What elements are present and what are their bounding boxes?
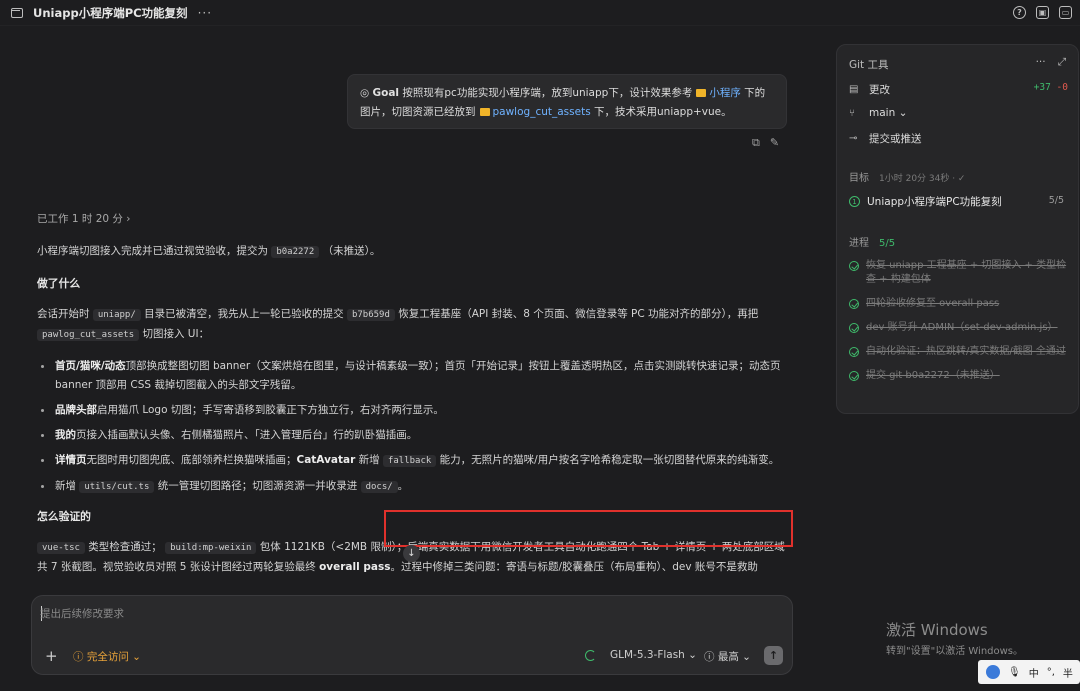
copy-icon[interactable]: ⧉	[752, 136, 760, 150]
section-heading-verify: 怎么验证的	[37, 510, 91, 523]
progress-item: 提交 git b0a2272（未推送）	[849, 369, 1067, 383]
list-item: 详情页无图时用切图兜底、底部领养栏换猫咪插画；CatAvatar 新增 fall…	[37, 451, 787, 471]
ime-language-toggle[interactable]: 中	[1029, 665, 1039, 680]
goal-icon: ◎	[360, 87, 370, 99]
microphone-icon[interactable]: 🎙	[1008, 667, 1021, 678]
list-item: 首页/猫咪/动态顶部换成整图切图 banner（文案烘焙在图里，与设计稿素级一致…	[37, 357, 787, 395]
ime-punctuation-toggle[interactable]: °,	[1047, 667, 1055, 678]
section-heading-done: 做了什么	[37, 277, 81, 290]
check-circle-icon	[849, 261, 859, 271]
worked-duration[interactable]: 已工作 1 时 20 分 ›	[37, 211, 130, 226]
list-item: 品牌头部启用猫爪 Logo 切图；手写寄语移到胶囊正下方独立行，右对齐两行显示。	[37, 401, 787, 420]
edit-icon[interactable]: ✎	[770, 136, 779, 150]
changes-list: 首页/猫咪/动态顶部换成整图切图 banner（文案烘焙在图里，与设计稿素级一致…	[37, 357, 787, 497]
expand-icon[interactable]: ⤢	[1058, 56, 1066, 69]
progress-item: dev 账号升 ADMIN（set-dev-admin.js）	[849, 321, 1067, 335]
more-menu-button[interactable]: ···	[198, 6, 212, 20]
access-mode-dropdown[interactable]: ⓘ 完全访问 ⌄	[73, 649, 141, 664]
user-goal-message: ◎ Goal 按照现有pc功能实现小程序端，放到uniapp下，设计效果参考 小程…	[347, 74, 787, 129]
list-item: 新增 utils/cut.ts 统一管理切图路径；切图源资源一并收录进 docs…	[37, 477, 787, 497]
ime-width-toggle[interactable]: 半	[1063, 665, 1073, 680]
check-circle-icon	[849, 299, 859, 309]
loading-spinner-icon	[585, 649, 596, 661]
folder-link-miniprogram[interactable]: 小程序	[709, 87, 741, 99]
commit-hash: b0a2272	[271, 246, 320, 258]
composer: + ⓘ 完全访问 ⌄ GLM-5.3-Flash ⌄ ⓘ 最高 ⌄ ↑	[31, 595, 793, 675]
folder-icon	[696, 89, 707, 97]
folder-icon	[479, 108, 490, 116]
terminal-icon[interactable]: ▣	[1036, 6, 1049, 19]
list-item: 我的页接入插画默认头像、右侧橘猫照片、「进入管理后台」行的趴卧猫插画。	[37, 426, 787, 445]
ime-logo-icon[interactable]	[986, 665, 1000, 679]
windows-activation-watermark: 激活 Windows 转到"设置"以激活 Windows。	[886, 621, 1024, 657]
goal-count: 5/5	[1048, 195, 1064, 206]
goal-item[interactable]: 1 Uniapp小程序端PC功能复刻	[849, 194, 1069, 209]
goal-tag: Goal	[372, 87, 400, 99]
progress-item: 恢复 uniapp 工程基座 + 切图接入 + 类型检查 + 构建包体	[849, 259, 1067, 287]
model-selector[interactable]: GLM-5.3-Flash ⌄	[585, 649, 697, 661]
goal-section-label: 目标 1小时 20分 34秒 · ✓	[849, 173, 966, 184]
goal-text: 下，技术采用uniapp+vue。	[594, 106, 732, 118]
goal-text: 下的	[744, 87, 766, 99]
goal-text: 按照现有pc功能实现小程序端，放到uniapp下，设计效果参考	[402, 87, 693, 99]
model-name: GLM-5.3-Flash ⌄	[610, 649, 697, 661]
panel-header-actions: ··· ⤢	[1036, 56, 1066, 69]
layout-icon[interactable]: ▭	[1059, 6, 1072, 19]
scroll-down-button[interactable]: ↓	[403, 545, 420, 562]
send-button[interactable]: ↑	[764, 646, 783, 665]
summary-paragraph: 小程序端切图接入完成并已通过视觉验收，提交为 b0a2272 （未推送）。	[37, 245, 381, 258]
sidebar-toggle-icon[interactable]	[11, 7, 23, 18]
reasoning-effort-dropdown[interactable]: ⓘ 最高 ⌄	[704, 649, 751, 664]
progress-section-label: 进程 5/5	[849, 238, 896, 249]
goal-number-icon: 1	[849, 196, 860, 207]
check-circle-icon	[849, 323, 859, 333]
check-circle-icon	[849, 371, 859, 381]
branch-selector[interactable]: ⑂ main ⌄	[849, 107, 907, 119]
window-title: Uniapp小程序端PC功能复刻	[33, 5, 188, 20]
progress-item: 自动化验证：热区跳转/真实数据/截图 全通过	[849, 345, 1067, 359]
attach-button[interactable]: +	[45, 647, 58, 665]
prompt-input[interactable]	[40, 604, 780, 624]
git-tools-panel: Git 工具 ··· ⤢ ▤ 更改 +37 -0 ⑂ main ⌄ ⊸ 提交或推…	[836, 44, 1079, 414]
diff-stats: +37 -0	[1033, 82, 1068, 93]
progress-list: 恢复 uniapp 工程基座 + 切图接入 + 类型检查 + 构建包体 四轮验收…	[849, 259, 1067, 393]
file-diff-icon: ▤	[849, 84, 859, 95]
commit-push-row[interactable]: ⊸ 提交或推送	[849, 131, 922, 146]
panel-more-button[interactable]: ···	[1036, 56, 1046, 69]
chat-area: ◎ Goal 按照现有pc功能实现小程序端，放到uniapp下，设计效果参考小程…	[0, 26, 835, 691]
title-bar: Uniapp小程序端PC功能复刻 ··· ? ▣ ▭	[0, 0, 1080, 26]
context-paragraph: 会话开始时 uniapp/ 目录已被清空，我先从上一轮已验收的提交 b7b659…	[37, 308, 759, 341]
message-actions: ⧉ ✎	[752, 136, 779, 150]
changes-row[interactable]: ▤ 更改	[849, 82, 890, 97]
assistant-response: 小程序端切图接入完成并已通过视觉验收，提交为 b0a2272 （未推送）。 做了…	[37, 242, 787, 589]
ime-toolbar: 🎙 中 °, 半	[978, 660, 1080, 684]
check-circle-icon	[849, 347, 859, 357]
panel-title: Git 工具	[849, 59, 889, 71]
progress-item: 四轮验收修复至 overall pass	[849, 297, 1067, 311]
folder-link-cut-assets[interactable]: pawlog_cut_assets	[493, 106, 591, 118]
branch-icon: ⑂	[849, 107, 855, 119]
commit-icon: ⊸	[849, 133, 858, 144]
titlebar-actions: ? ▣ ▭	[1013, 6, 1072, 19]
goal-text: 图片，切图资源已经放到	[360, 106, 476, 118]
help-icon[interactable]: ?	[1013, 6, 1026, 19]
